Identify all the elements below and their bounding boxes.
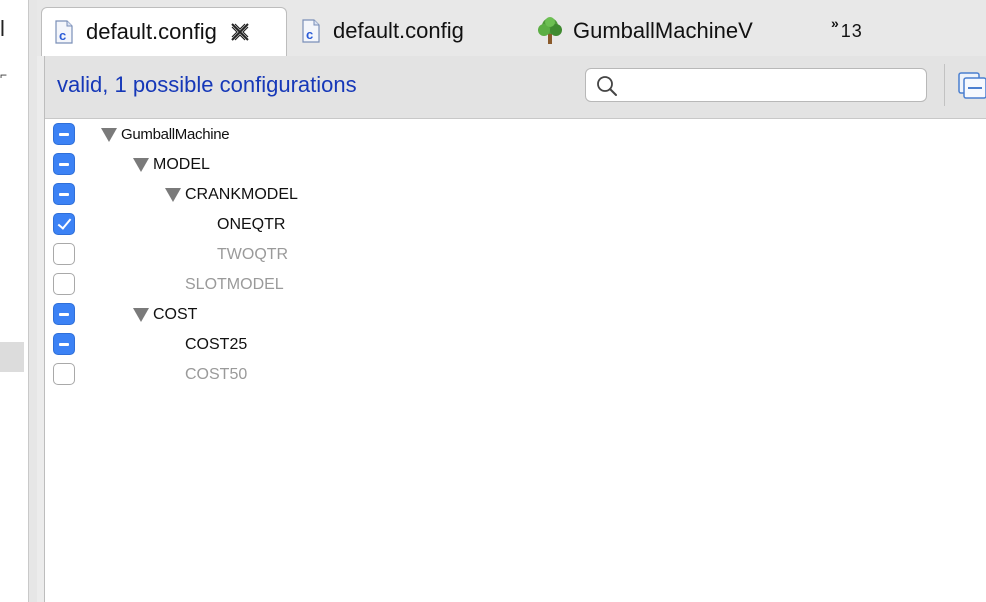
tree-row[interactable]: MODEL [45, 150, 986, 180]
partial-selection-checkbox[interactable] [53, 303, 75, 325]
tree-row[interactable]: COST50 [45, 360, 986, 390]
unselected-checkbox[interactable] [53, 243, 75, 265]
left-panel-edge: l ⌐ [0, 0, 29, 602]
svg-text:c: c [306, 27, 313, 42]
left-panel-selection[interactable] [0, 342, 24, 372]
chevron-right-icon: » [831, 15, 839, 31]
tree-node-label: COST50 [185, 366, 248, 383]
configuration-editor: valid, 1 possible configurations Gumball… [44, 56, 986, 602]
expand-triangle-icon[interactable] [133, 158, 149, 172]
unselected-checkbox[interactable] [53, 363, 75, 385]
panel-divider[interactable] [29, 0, 37, 602]
tree-row[interactable]: TWOQTR [45, 240, 986, 270]
unselected-checkbox[interactable] [53, 273, 75, 295]
tree-row[interactable]: COST [45, 300, 986, 330]
tab-label: default.config [333, 18, 464, 43]
tree-row[interactable]: SLOTMODEL [45, 270, 986, 300]
left-panel-arrow-icon[interactable]: ⌐ [0, 68, 7, 82]
partial-selection-checkbox[interactable] [53, 123, 75, 145]
tab-default-config[interactable]: c default.config [289, 7, 519, 55]
search-icon [597, 76, 617, 96]
tree-row[interactable]: GumballMachine [45, 120, 986, 150]
tab-label: GumballMachineV [573, 18, 753, 43]
collapse-all-icon[interactable] [957, 70, 986, 100]
tree-icon [538, 17, 562, 44]
expand-triangle-icon[interactable] [133, 308, 149, 322]
expand-triangle-icon[interactable] [165, 188, 181, 202]
selected-checkbox[interactable] [53, 213, 75, 235]
search-box[interactable] [585, 68, 927, 102]
close-tab-icon[interactable] [229, 21, 251, 43]
partial-selection-checkbox[interactable] [53, 183, 75, 205]
tree-node-label: GumballMachine [121, 126, 230, 143]
configuration-status: valid, 1 possible configurations [57, 72, 357, 97]
tree-node-label: MODEL [153, 156, 210, 173]
more-tabs-button[interactable]: » 13 [831, 7, 891, 55]
tree-node-label: COST25 [185, 336, 248, 353]
svg-text:c: c [59, 28, 66, 43]
config-file-icon: c [302, 19, 320, 43]
hidden-tab-count: 13 [840, 20, 863, 41]
tree-node-label: CRANKMODEL [185, 186, 298, 203]
left-panel-fragment: l [0, 16, 5, 41]
tree-row[interactable]: ONEQTR [45, 210, 986, 240]
tab-gumball-machine[interactable]: GumballMachineV [531, 7, 821, 55]
tree-node-label: COST [153, 306, 198, 323]
header-separator [944, 64, 945, 106]
config-file-icon: c [55, 20, 73, 44]
search-input[interactable] [622, 73, 916, 99]
tab-default-config-active[interactable]: c default.config [41, 7, 287, 56]
partial-selection-checkbox[interactable] [53, 333, 75, 355]
editor-header: valid, 1 possible configurations [45, 56, 986, 119]
editor-tab-bar: c default.config c default.config Gumbal… [37, 0, 986, 56]
tab-label: default.config [86, 19, 217, 44]
partial-selection-checkbox[interactable] [53, 153, 75, 175]
tree-row[interactable]: COST25 [45, 330, 986, 360]
tree-node-label: SLOTMODEL [185, 276, 284, 293]
tree-row[interactable]: CRANKMODEL [45, 180, 986, 210]
tree-node-label: ONEQTR [217, 216, 286, 233]
expand-triangle-icon[interactable] [101, 128, 117, 142]
tree-node-label: TWOQTR [217, 246, 289, 263]
